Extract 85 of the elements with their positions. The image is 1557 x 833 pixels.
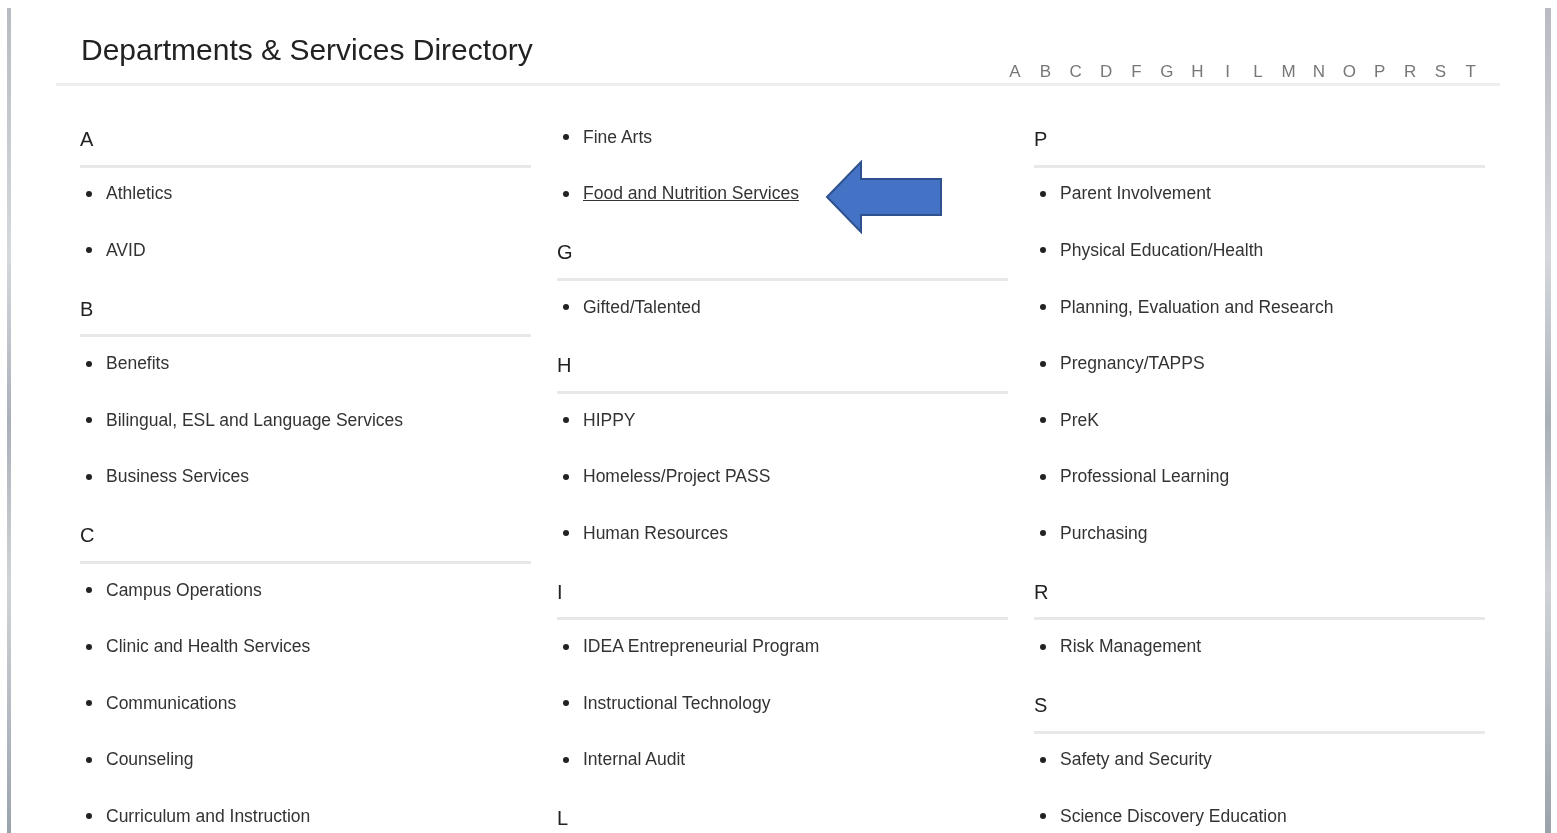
bullet-icon (1040, 247, 1046, 254)
letter-link[interactable]: D (1090, 61, 1122, 83)
letter-link[interactable]: T (1455, 61, 1486, 83)
bullet-icon (563, 304, 569, 311)
letter-link[interactable]: P (1364, 61, 1395, 83)
department-link[interactable]: Fine Arts (583, 126, 653, 148)
department-link[interactable]: Communications (106, 692, 237, 714)
bullet-icon (86, 756, 92, 763)
bullet-icon (86, 360, 92, 367)
bullet-icon (1040, 643, 1046, 650)
page-title: Departments & Services Directory (81, 32, 533, 68)
bullet-icon (1040, 190, 1046, 197)
department-link[interactable]: Food and Nutrition Services (583, 183, 799, 205)
department-link[interactable]: Campus Operations (106, 579, 262, 601)
department-link[interactable]: HIPPY (583, 409, 636, 431)
letter-heading: P (1034, 111, 1485, 168)
bullet-icon (86, 587, 92, 594)
department-link[interactable]: Gifted/Talented (583, 296, 701, 318)
bullet-icon (1040, 530, 1046, 537)
letter-link[interactable]: G (1151, 61, 1183, 83)
department-link[interactable]: Science Discovery Education (1060, 805, 1287, 827)
department-link[interactable]: AVID (106, 240, 146, 261)
department-link[interactable]: Parent Involvement (1060, 183, 1211, 205)
letter-heading: R (1034, 563, 1485, 621)
bullet-icon (86, 700, 92, 707)
department-link[interactable]: Athletics (106, 183, 173, 205)
letter-heading: I (557, 563, 1008, 621)
department-link[interactable]: Clinic and Health Services (106, 636, 311, 658)
department-link[interactable]: Internal Audit (583, 749, 686, 771)
department-link[interactable]: Counseling (106, 749, 194, 771)
department-link[interactable]: Professional Learning (1060, 466, 1230, 488)
bullet-icon (1040, 813, 1046, 820)
bullet-icon (563, 756, 569, 763)
bullet-icon (86, 417, 92, 424)
letter-link[interactable]: F (1121, 61, 1152, 83)
bullet-icon (1040, 473, 1046, 480)
bullet-icon (563, 700, 569, 707)
letter-heading: S (1034, 676, 1485, 734)
letter-link[interactable]: N (1303, 61, 1335, 83)
bullet-icon (563, 643, 569, 650)
bullet-icon (563, 530, 569, 537)
bullet-icon (86, 473, 92, 480)
letter-link[interactable]: H (1182, 61, 1213, 83)
department-link[interactable]: PreK (1060, 409, 1099, 431)
bullet-icon (86, 190, 92, 197)
letter-heading: C (80, 507, 531, 564)
letter-link[interactable]: M (1273, 61, 1304, 83)
bullet-icon (1040, 304, 1046, 311)
department-link[interactable]: Curriculum and Instruction (106, 805, 311, 827)
letter-link[interactable]: C (1060, 61, 1091, 83)
letter-link[interactable]: R (1394, 61, 1426, 83)
bullet-icon (86, 643, 92, 650)
letter-heading: H (557, 337, 1008, 394)
letter-heading: A (80, 111, 531, 168)
department-link[interactable]: Physical Education/Health (1060, 240, 1264, 261)
letter-link[interactable]: O (1334, 61, 1365, 83)
department-link[interactable]: Instructional Technology (583, 692, 771, 714)
bullet-icon (563, 134, 569, 141)
department-link[interactable]: Bilingual, ESL and Language Services (106, 409, 404, 431)
letter-heading: B (80, 280, 531, 338)
department-link[interactable]: Purchasing (1060, 522, 1148, 544)
department-link[interactable]: Planning, Evaluation and Research (1060, 296, 1334, 318)
letter-link[interactable]: I (1212, 61, 1243, 83)
department-link[interactable]: Benefits (106, 353, 170, 375)
bullet-icon (1040, 360, 1046, 367)
bullet-icon (1040, 756, 1046, 763)
bullet-icon (1040, 417, 1046, 424)
letter-link[interactable]: B (1030, 61, 1061, 83)
bullet-icon (563, 473, 569, 480)
department-link[interactable]: Human Resources (583, 522, 728, 544)
department-link[interactable]: Homeless/Project PASS (583, 466, 771, 488)
letter-link[interactable]: L (1242, 61, 1274, 83)
letter-link[interactable]: A (999, 61, 1031, 83)
department-link[interactable]: Safety and Security (1060, 749, 1212, 771)
department-link[interactable]: IDEA Entrepreneurial Program (583, 636, 820, 658)
bullet-icon (563, 190, 569, 197)
department-link[interactable]: Risk Management (1060, 636, 1202, 658)
letter-heading: L (557, 790, 1008, 833)
bullet-icon (86, 247, 92, 254)
bullet-icon (86, 813, 92, 820)
letter-link[interactable]: S (1425, 61, 1456, 83)
department-link[interactable]: Business Services (106, 466, 249, 488)
bullet-icon (563, 417, 569, 424)
department-link[interactable]: Pregnancy/TAPPS (1060, 353, 1205, 375)
letter-heading: G (557, 224, 1008, 281)
